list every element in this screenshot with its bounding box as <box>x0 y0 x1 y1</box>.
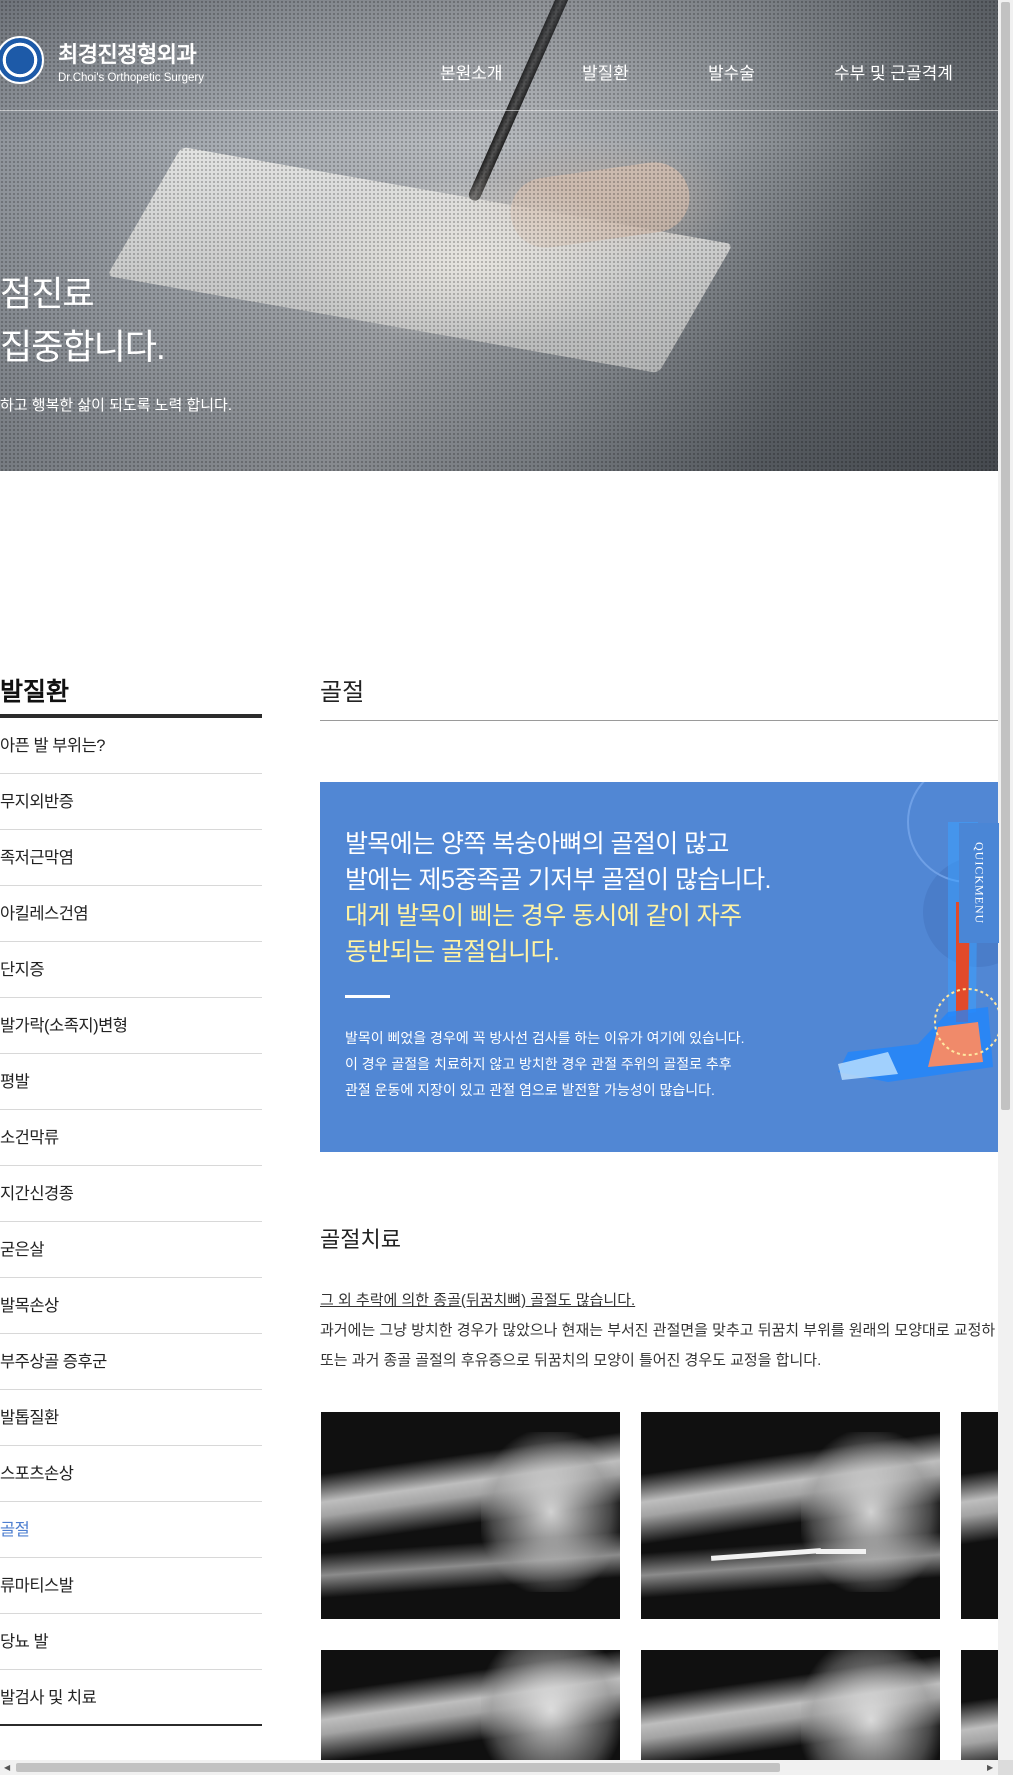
logo-emblem-icon <box>0 36 44 84</box>
vertical-scrollbar-thumb[interactable] <box>1001 2 1010 1110</box>
sidebar-item[interactable]: 당뇨 발 <box>0 1614 262 1670</box>
site-header: 최경진정형외과 Dr.Choi's Orthopetic Surgery 본원소… <box>0 0 998 111</box>
sidebar-item[interactable]: 무지외반증 <box>0 774 262 830</box>
xray-image <box>961 1650 998 1760</box>
sidebar-item[interactable]: 아킬레스건염 <box>0 886 262 942</box>
banner-heading-line: 발목에는 양쪽 복숭아뼈의 골절이 많고 <box>345 830 729 858</box>
xray-image <box>321 1412 620 1619</box>
banner-body-line: 관절 운동에 지장이 있고 관절 염으로 발전할 가능성이 많습니다. <box>345 1082 715 1098</box>
banner-body-line: 이 경우 골절을 치료하지 않고 방치한 경우 관절 주위의 골절로 추후 <box>345 1056 732 1072</box>
sidebar-item[interactable]: 단지증 <box>0 942 262 998</box>
sidebar-item[interactable]: 아픈 발 부위는? <box>0 718 262 774</box>
sidebar-menu: 아픈 발 부위는? 무지외반증 족저근막염 아킬레스건염 단지증 발가락(소족지)변형 평발… <box>0 718 262 1726</box>
sidebar-item[interactable]: 굳은살 <box>0 1222 262 1278</box>
sidebar: 발질환 아픈 발 부위는? 무지외반증 족저근막염 아킬레스건염 단지증 발가락(소족지)… <box>0 664 262 1726</box>
sidebar-item[interactable]: 발톱질환 <box>0 1390 262 1446</box>
sidebar-item[interactable]: 골절 <box>0 1502 262 1558</box>
nav-item-hand-musculoskeletal[interactable]: 수부 및 근골격계 <box>834 59 953 84</box>
hero-title: 점진료 집중합니다. <box>0 275 166 367</box>
nav-item-about[interactable]: 본원소개 <box>440 59 503 84</box>
sidebar-item[interactable]: 평발 <box>0 1054 262 1110</box>
info-banner: 발목에는 양쪽 복숭아뼈의 골절이 많고 발에는 제5중족골 기저부 골절이 많… <box>320 782 998 1152</box>
xray-image <box>321 1650 620 1760</box>
hero-subtitle: 하고 행복한 삶이 되도록 노력 합니다. <box>0 397 233 414</box>
section-title-fracture-treatment: 골절치료 <box>320 1227 401 1252</box>
sidebar-item[interactable]: 류마티스발 <box>0 1558 262 1614</box>
sidebar-item[interactable]: 스포츠손상 <box>0 1446 262 1502</box>
banner-body-line: 발목이 삐었을 경우에 꼭 방사선 검사를 하는 이유가 여기에 있습니다. <box>345 1030 745 1046</box>
sidebar-item[interactable]: 부주상골 증후군 <box>0 1334 262 1390</box>
main-content: 골절 발목에는 양쪽 복숭아뼈의 골절이 많고 발에는 제5중족골 기저부 골절… <box>320 664 998 1369</box>
page-title: 골절 <box>320 664 998 721</box>
sidebar-item[interactable]: 발검사 및 치료 <box>0 1670 262 1726</box>
site-logo[interactable]: 최경진정형외과 Dr.Choi's Orthopetic Surgery <box>0 36 204 84</box>
horizontal-scrollbar-thumb[interactable] <box>16 1763 780 1772</box>
desc-underlined-line: 그 외 추락에 의한 종골(뒤꿈치뼈) 골절도 많습니다. <box>320 1292 636 1309</box>
sidebar-item[interactable]: 소건막류 <box>0 1110 262 1166</box>
banner-divider <box>345 995 390 998</box>
sidebar-item[interactable]: 지간신경종 <box>0 1166 262 1222</box>
sidebar-title: 발질환 <box>0 664 262 718</box>
banner-heading-highlight: 동반되는 골절입니다. <box>345 938 560 966</box>
banner-heading-highlight: 대게 발목이 삐는 경우 동시에 같이 자주 <box>345 902 742 930</box>
desc-line: 과거에는 그냥 방치한 경우가 많았으나 현재는 부서진 관절면을 맞추고 뒤꿈… <box>320 1322 996 1339</box>
logo-name-kr: 최경진정형외과 <box>58 41 197 67</box>
desc-line: 또는 과거 종골 골절의 후유증으로 뒤꿈치의 모양이 틀어진 경우도 교정을 … <box>320 1352 822 1369</box>
scroll-left-arrow-icon[interactable]: ◀ <box>4 1763 10 1772</box>
quickmenu-button[interactable]: QUICKMENU <box>959 823 999 943</box>
sidebar-item[interactable]: 발가락(소족지)변형 <box>0 998 262 1054</box>
banner-heading-line: 발에는 제5중족골 기저부 골절이 많습니다. <box>345 866 771 894</box>
horizontal-scrollbar[interactable]: ◀ ▶ <box>0 1760 998 1775</box>
logo-name-en: Dr.Choi's Orthopetic Surgery <box>58 71 205 84</box>
scroll-right-arrow-icon[interactable]: ▶ <box>987 1763 993 1772</box>
xray-image <box>641 1650 940 1760</box>
xray-image <box>961 1412 998 1619</box>
nav-item-foot-disease[interactable]: 발질환 <box>582 59 629 84</box>
hero-banner: 최경진정형외과 Dr.Choi's Orthopetic Surgery 본원소… <box>0 0 998 471</box>
xray-image <box>641 1412 940 1619</box>
nav-item-foot-surgery[interactable]: 발수술 <box>708 59 755 84</box>
vertical-scrollbar[interactable] <box>998 0 1013 1760</box>
fracture-treatment-description: 그 외 추락에 의한 종골(뒤꿈치뼈) 골절도 많습니다. 과거에는 그냥 방치… <box>320 1286 995 1376</box>
sidebar-item[interactable]: 발목손상 <box>0 1278 262 1334</box>
sidebar-item[interactable]: 족저근막염 <box>0 830 262 886</box>
